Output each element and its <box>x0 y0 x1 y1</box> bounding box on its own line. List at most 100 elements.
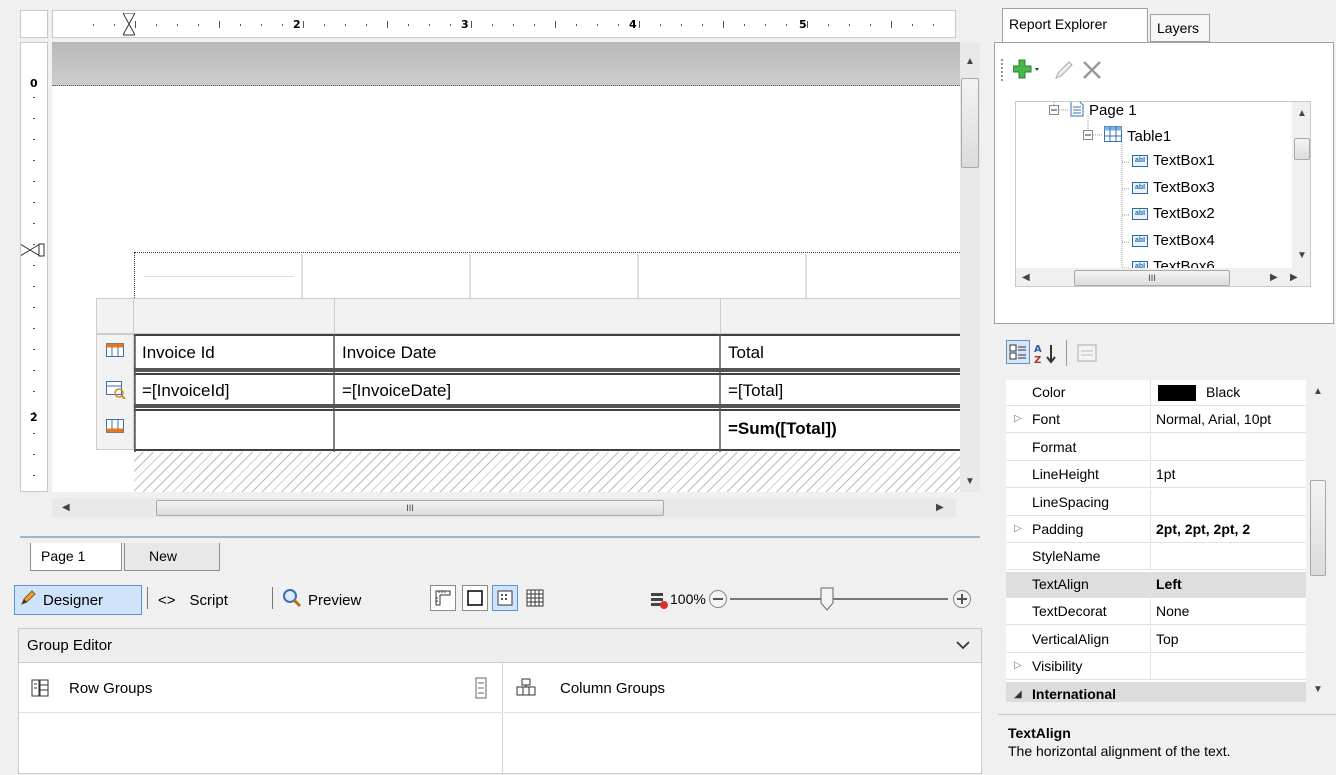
tree-node-table[interactable]: Table1 <box>1104 126 1171 146</box>
explorer-tree[interactable]: Page 1 Table1 abI TextBox1 abI TextBox3 ab… <box>1015 101 1311 287</box>
header-cell[interactable]: Total <box>728 343 764 363</box>
tree-node-textbox[interactable]: abI TextBox3 <box>1132 179 1215 196</box>
property-value: Top <box>1156 630 1179 647</box>
property-row[interactable]: Format <box>1006 434 1306 461</box>
explorer-content: Page 1 Table1 abI TextBox1 abI TextBox3 ab… <box>994 42 1334 324</box>
detail-cell[interactable]: =[InvoiceDate] <box>342 381 451 401</box>
tree-node-textbox[interactable]: abI TextBox1 <box>1132 152 1215 169</box>
grid-view-button[interactable] <box>492 585 518 611</box>
scroll-down-icon[interactable]: ▼ <box>965 476 975 487</box>
property-row[interactable]: TextDecorat None <box>1006 599 1306 626</box>
zoom-level: 100% <box>670 591 706 607</box>
group-editor-title: Group Editor <box>27 637 113 654</box>
property-row[interactable]: Color Black <box>1006 380 1306 406</box>
script-button[interactable]: <> Script <box>154 585 232 615</box>
row-groups-menu-icon[interactable] <box>475 677 487 702</box>
horizontal-scrollbar[interactable]: ◀ III ▶ <box>52 498 956 518</box>
scroll-thumb[interactable] <box>1310 480 1326 576</box>
property-row[interactable]: ▷ Padding 2pt, 2pt, 2pt, 2 <box>1006 517 1306 543</box>
header-row-icon[interactable] <box>106 343 124 360</box>
property-row[interactable]: ▷ Font Normal, Arial, 10pt <box>1006 407 1306 434</box>
table[interactable]: Invoice Id Invoice Date Total =[InvoiceI… <box>134 334 960 452</box>
tree-vertical-scrollbar[interactable]: ▲ ▼ <box>1292 102 1310 268</box>
tree-horizontal-scrollbar[interactable]: ◀ III ▶ ▶ <box>1016 268 1310 286</box>
tab-report-explorer[interactable]: Report Explorer <box>1002 8 1148 43</box>
expand-arrow-icon[interactable]: ▷ <box>1014 413 1022 424</box>
property-row[interactable]: LineSpacing <box>1006 489 1306 516</box>
indent-marker-icon[interactable] <box>122 12 136 37</box>
tree-node-textbox[interactable]: abI TextBox4 <box>1132 232 1215 249</box>
property-grid[interactable]: Color Black ▷ Font Normal, Arial, 10pt Format… <box>1006 380 1306 702</box>
property-row[interactable]: LineHeight 1pt <box>1006 462 1306 489</box>
alphabetical-sort-button[interactable]: AZ <box>1034 342 1060 367</box>
property-name: StyleName <box>1032 548 1101 565</box>
property-name: TextDecorat <box>1032 603 1107 620</box>
property-row[interactable]: ▷ Visibility <box>1006 654 1306 680</box>
scroll-left-icon[interactable]: ◀ <box>62 502 70 513</box>
property-grid-scrollbar[interactable]: ▲ ▼ <box>1308 380 1328 702</box>
property-name: VerticalAlign <box>1032 630 1110 647</box>
detail-cell[interactable]: =[InvoiceId] <box>142 381 229 401</box>
outline-view-button[interactable] <box>462 585 488 611</box>
zoom-slider-thumb[interactable] <box>820 587 834 614</box>
property-value: Black <box>1206 384 1241 400</box>
property-row[interactable]: StyleName <box>1006 544 1306 571</box>
property-pages-button[interactable] <box>1076 342 1098 367</box>
property-row[interactable]: VerticalAlign Top <box>1006 626 1306 653</box>
unused-area-hatch <box>134 452 960 492</box>
ruler-toggle-button[interactable] <box>430 585 456 611</box>
scroll-thumb[interactable] <box>1294 138 1310 160</box>
group-editor-panel: Group Editor Row Groups Column Groups <box>18 628 982 775</box>
band-marker-icon[interactable] <box>21 243 45 260</box>
designer-button[interactable]: Designer <box>14 585 142 615</box>
horizontal-ruler: 2 3 4 5 <box>52 10 956 38</box>
property-name: Font <box>1032 411 1061 428</box>
preview-button[interactable]: Preview <box>278 585 365 615</box>
edit-pencil-icon[interactable] <box>1053 59 1075 84</box>
property-value: None <box>1156 603 1190 620</box>
scroll-thumb[interactable]: III <box>156 500 664 516</box>
column-groups-pane[interactable]: Column Groups <box>504 663 982 775</box>
snap-grid-button[interactable] <box>522 585 548 611</box>
categorized-view-button[interactable] <box>1006 340 1030 364</box>
scroll-thumb[interactable]: III <box>1074 270 1230 286</box>
table-column-handles[interactable] <box>134 298 960 335</box>
property-category-row[interactable]: ◢ International <box>1006 682 1306 702</box>
tree-node-page[interactable]: Page 1 <box>1070 102 1137 121</box>
scroll-thumb[interactable] <box>961 78 979 168</box>
header-cell[interactable]: Invoice Date <box>342 343 437 363</box>
ruler-mark: 0 <box>30 77 38 90</box>
design-canvas[interactable]: Invoice Id Invoice Date Total =[InvoiceI… <box>52 42 960 492</box>
footer-row-icon[interactable] <box>106 419 124 436</box>
footer-cell[interactable]: =Sum([Total]) <box>728 419 837 439</box>
ruler-mark: 5 <box>799 18 807 31</box>
detail-row-icon[interactable] <box>106 381 126 402</box>
property-row[interactable]: TextAlign Left <box>1006 571 1306 598</box>
expand-arrow-icon[interactable]: ▷ <box>1014 660 1022 671</box>
group-editor-header[interactable]: Group Editor <box>19 629 981 663</box>
zoom-slider-track[interactable] <box>730 598 948 600</box>
table-corner-handle[interactable] <box>96 298 134 334</box>
collapse-chevron-icon[interactable] <box>955 637 971 657</box>
scroll-right-icon[interactable]: ▶ <box>936 502 944 513</box>
zoom-icon <box>650 591 668 612</box>
expand-arrow-icon[interactable]: ▷ <box>1014 523 1022 534</box>
tab-page-1[interactable]: Page 1 <box>30 543 122 571</box>
textbox-icon: abI <box>1132 154 1148 167</box>
vertical-scrollbar[interactable]: ▲ ▼ <box>960 42 980 492</box>
ruler-corner <box>20 10 48 38</box>
page-header-band[interactable] <box>52 42 960 86</box>
row-groups-pane[interactable]: Row Groups <box>19 663 503 775</box>
scroll-up-icon[interactable]: ▲ <box>965 56 975 67</box>
pencil-icon <box>19 589 37 611</box>
tab-layers[interactable]: Layers <box>1150 14 1210 42</box>
tab-new[interactable]: New <box>124 543 220 571</box>
zoom-out-button[interactable] <box>708 589 728 612</box>
header-cell[interactable]: Invoice Id <box>142 343 215 363</box>
tree-node-textbox[interactable]: abI TextBox2 <box>1132 205 1215 222</box>
delete-icon[interactable] <box>1081 59 1103 84</box>
detail-cell[interactable]: =[Total] <box>728 381 783 401</box>
property-value: 2pt, 2pt, 2pt, 2 <box>1156 521 1251 537</box>
add-icon[interactable] <box>1012 59 1043 84</box>
zoom-in-button[interactable] <box>952 589 972 612</box>
